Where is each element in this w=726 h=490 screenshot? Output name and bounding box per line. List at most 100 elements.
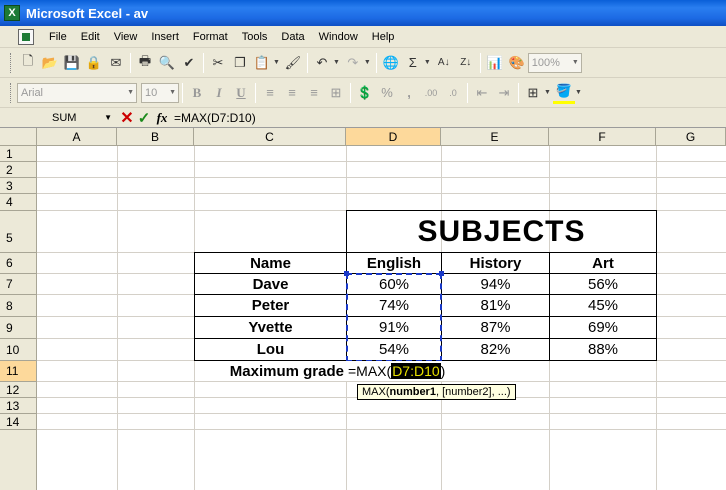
email-icon[interactable]: ✉ — [105, 52, 127, 74]
cell-art[interactable]: 45% — [550, 295, 656, 316]
toolbar-grip[interactable] — [10, 82, 13, 103]
drawing-icon[interactable]: 🎨 — [506, 52, 528, 74]
cell-history[interactable]: 81% — [442, 295, 549, 316]
header-art[interactable]: Art — [550, 253, 656, 273]
header-name[interactable]: Name — [195, 253, 346, 273]
autosum-icon[interactable]: Σ — [402, 52, 424, 74]
row-header-4[interactable]: 4 — [0, 194, 37, 211]
range-handle[interactable] — [344, 271, 349, 276]
cell-art[interactable]: 69% — [550, 317, 656, 338]
subjects-title[interactable]: SUBJECTS — [347, 211, 656, 252]
row-header-11[interactable]: 11 — [0, 361, 37, 382]
borders-icon[interactable]: ⊞ — [522, 82, 544, 104]
menu-edit[interactable]: Edit — [74, 31, 107, 43]
formula-input[interactable]: =MAX(D7:D10) — [172, 111, 256, 125]
cut-icon[interactable]: ✂ — [207, 52, 229, 74]
zoom-dropdown-icon[interactable]: ▼ — [572, 59, 579, 66]
column-header-a[interactable]: A — [37, 128, 117, 146]
borders-dropdown-icon[interactable]: ▼ — [544, 89, 551, 96]
header-history[interactable]: History — [442, 253, 549, 273]
underline-icon[interactable]: U — [230, 82, 252, 104]
toolbar-grip[interactable] — [10, 52, 13, 73]
percent-icon[interactable]: % — [376, 82, 398, 104]
hyperlink-icon[interactable]: 🌐 — [380, 52, 402, 74]
menu-data[interactable]: Data — [274, 31, 311, 43]
cell-name[interactable]: Lou — [195, 339, 346, 360]
print-icon[interactable]: 🖶 — [134, 52, 156, 74]
decrease-decimal-icon[interactable]: .0 — [442, 82, 464, 104]
row-header-8[interactable]: 8 — [0, 295, 37, 317]
menu-help[interactable]: Help — [365, 31, 402, 43]
menu-tools[interactable]: Tools — [235, 31, 275, 43]
undo-dropdown-icon[interactable]: ▼ — [333, 59, 340, 66]
row-header-3[interactable]: 3 — [0, 178, 37, 194]
insert-function-icon[interactable]: fx — [152, 110, 172, 126]
sort-ascending-icon[interactable]: A↓ — [433, 52, 455, 74]
row-header-9[interactable]: 9 — [0, 317, 37, 339]
italic-icon[interactable]: I — [208, 82, 230, 104]
font-dropdown-icon[interactable]: ▼ — [127, 89, 134, 96]
cell-history[interactable]: 94% — [442, 274, 549, 294]
row-header-13[interactable]: 13 — [0, 398, 37, 414]
comma-style-icon[interactable]: , — [398, 82, 420, 104]
undo-icon[interactable]: ↶ — [311, 52, 333, 74]
redo-dropdown-icon[interactable]: ▼ — [364, 59, 371, 66]
save-icon[interactable]: 💾 — [61, 52, 83, 74]
merge-center-icon[interactable]: ⊞ — [325, 82, 347, 104]
font-size-dropdown-icon[interactable]: ▼ — [169, 89, 176, 96]
menu-format[interactable]: Format — [186, 31, 235, 43]
cell-history[interactable]: 87% — [442, 317, 549, 338]
column-header-g[interactable]: G — [656, 128, 726, 146]
format-painter-icon[interactable]: 🖌 — [282, 52, 304, 74]
font-size-combo[interactable]: 10 ▼ — [141, 82, 179, 103]
editing-cell[interactable]: =MAX(D7:D10) — [346, 361, 451, 381]
paste-dropdown-icon[interactable]: ▼ — [273, 59, 280, 66]
column-header-f[interactable]: F — [549, 128, 656, 146]
fill-color-dropdown-icon[interactable]: ▼ — [575, 89, 582, 96]
column-header-b[interactable]: B — [117, 128, 194, 146]
new-document-icon[interactable]: 🗋 — [17, 52, 39, 74]
cancel-icon[interactable]: ✕ — [118, 108, 136, 128]
copy-icon[interactable]: ❐ — [229, 52, 251, 74]
column-header-c[interactable]: C — [194, 128, 346, 146]
enter-icon[interactable]: ✓ — [136, 109, 152, 127]
row-header-7[interactable]: 7 — [0, 274, 37, 295]
font-combo[interactable]: Arial ▼ — [17, 82, 137, 103]
fill-color-icon[interactable]: 🪣 — [552, 82, 575, 104]
open-folder-icon[interactable]: 📂 — [39, 52, 61, 74]
menu-file[interactable]: File — [42, 31, 74, 43]
cell-name[interactable]: Yvette — [195, 317, 346, 338]
cell-art[interactable]: 56% — [550, 274, 656, 294]
redo-icon[interactable]: ↷ — [342, 52, 364, 74]
decrease-indent-icon[interactable]: ⇤ — [471, 82, 493, 104]
align-right-icon[interactable]: ≡ — [303, 82, 325, 104]
range-handle[interactable] — [439, 271, 444, 276]
cell-name[interactable]: Peter — [195, 295, 346, 316]
row-header-1[interactable]: 1 — [0, 146, 37, 162]
cell-history[interactable]: 82% — [442, 339, 549, 360]
chart-wizard-icon[interactable]: 📊 — [484, 52, 506, 74]
bold-icon[interactable]: B — [186, 82, 208, 104]
cell-name[interactable]: Dave — [195, 274, 346, 294]
increase-indent-icon[interactable]: ⇥ — [493, 82, 515, 104]
row-header-6[interactable]: 6 — [0, 253, 37, 274]
maximum-grade-label[interactable]: Maximum grade — [195, 361, 346, 381]
print-preview-icon[interactable]: 🔍 — [156, 52, 178, 74]
name-box[interactable]: SUM ▼ — [0, 109, 118, 127]
menu-view[interactable]: View — [107, 31, 145, 43]
menu-insert[interactable]: Insert — [144, 31, 186, 43]
column-header-e[interactable]: E — [441, 128, 549, 146]
paste-icon[interactable]: 📋 — [251, 52, 273, 74]
name-box-dropdown-icon[interactable]: ▼ — [104, 109, 112, 127]
row-header-10[interactable]: 10 — [0, 339, 37, 361]
spelling-icon[interactable]: ✔ — [178, 52, 200, 74]
autosum-dropdown-icon[interactable]: ▼ — [424, 59, 431, 66]
worksheet-grid[interactable]: A B C D E F G 1 2 3 4 5 6 7 8 9 10 11 12… — [0, 128, 726, 490]
sort-descending-icon[interactable]: Z↓ — [455, 52, 477, 74]
row-header-2[interactable]: 2 — [0, 162, 37, 178]
currency-icon[interactable]: 💲 — [354, 82, 376, 104]
column-header-d[interactable]: D — [346, 128, 441, 146]
cell-art[interactable]: 88% — [550, 339, 656, 360]
menu-window[interactable]: Window — [312, 31, 365, 43]
row-header-5[interactable]: 5 — [0, 211, 37, 253]
